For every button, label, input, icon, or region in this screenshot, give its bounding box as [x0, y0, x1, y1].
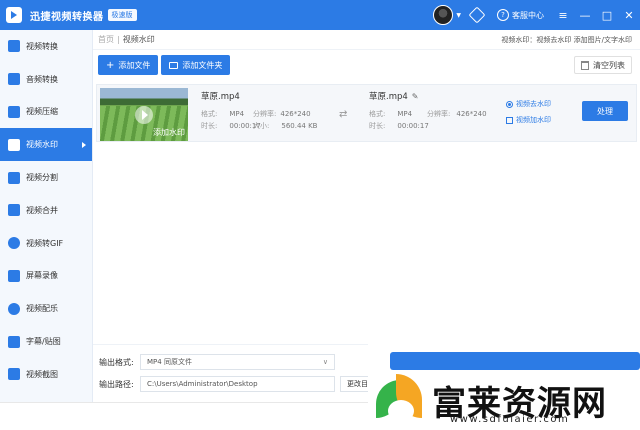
- sidebar-item-video-gif[interactable]: 视频转GIF: [0, 227, 92, 260]
- breadcrumb-current: 视频水印: [122, 35, 155, 44]
- maximize-button[interactable]: □: [596, 0, 618, 30]
- source-resolution: 分辨率: 426*240: [253, 110, 311, 118]
- plus-icon: +: [106, 59, 115, 71]
- close-button[interactable]: ✕: [618, 0, 640, 30]
- video-compress-icon: [8, 105, 20, 118]
- output-duration: 时长: 00:00:17: [369, 122, 429, 130]
- minimize-button[interactable]: —: [574, 0, 596, 30]
- sidebar-item-label: 屏幕录像: [26, 271, 58, 281]
- output-format: 格式: MP4: [369, 110, 413, 118]
- add-folder-label: 添加文件夹: [182, 60, 223, 70]
- video-screenshot-icon: [8, 368, 20, 381]
- output-file-name: 草原.mp4 ✎: [369, 92, 419, 102]
- remove-watermark-option[interactable]: 视频去水印: [506, 99, 551, 109]
- breadcrumb: 首页 | 视频水印 视频水印：视频去水印 添加图片/文字水印: [93, 30, 640, 50]
- title-bar: 迅捷视频转换器 极速版 ▼ ? 客服中心 ≡ — □ ✕: [0, 0, 640, 30]
- sidebar-item-video-music[interactable]: 视频配乐: [0, 292, 92, 325]
- feature-hint: 视频水印：视频去水印 添加图片/文字水印: [501, 35, 632, 44]
- video-merge-icon: [8, 204, 20, 217]
- clear-list-button[interactable]: 清空列表: [574, 56, 632, 74]
- sidebar-item-screen-record[interactable]: 屏幕录像: [0, 260, 92, 293]
- sidebar-item-label: 视频配乐: [26, 304, 58, 314]
- sidebar-item-video-screenshot[interactable]: 视频截图: [0, 358, 92, 391]
- user-avatar[interactable]: [433, 5, 454, 25]
- clear-list-label: 清空列表: [593, 60, 625, 70]
- screen-record-icon: [8, 269, 20, 282]
- site-url: www.sdfulaier.com: [450, 414, 570, 425]
- app-logo-icon: [6, 7, 22, 23]
- chevron-down-icon[interactable]: ▼: [456, 12, 461, 19]
- app-title: 迅捷视频转换器: [30, 11, 104, 23]
- sidebar-item-label: 视频合并: [26, 205, 58, 215]
- customer-service-link[interactable]: 客服中心: [512, 10, 544, 21]
- video-watermark-icon: [8, 138, 20, 151]
- source-file-name: 草原.mp4: [201, 92, 240, 102]
- add-watermark-overlay[interactable]: 添加水印: [153, 127, 185, 138]
- trash-icon: [581, 60, 589, 70]
- sidebar-item-video-watermark[interactable]: 视频水印: [0, 128, 92, 162]
- add-file-label: 添加文件: [118, 60, 151, 70]
- audio-convert-icon: [8, 73, 20, 86]
- file-list-item[interactable]: 添加水印 草原.mp4 格式: MP4 分辨率: 426*240 时长: 00:00:…: [96, 84, 637, 142]
- sidebar-item-label: 音频转换: [26, 74, 58, 84]
- sidebar-item-video-convert[interactable]: 视频转换: [0, 30, 92, 63]
- folder-icon: [169, 61, 179, 69]
- process-button[interactable]: 处理: [582, 101, 628, 121]
- output-path-label: 输出路径:: [99, 380, 134, 389]
- video-gif-icon: [8, 237, 20, 250]
- source-size: 大小: 560.44 KB: [253, 122, 318, 130]
- sidebar-item-label: 视频水印: [26, 140, 58, 150]
- edition-badge: 极速版: [107, 9, 137, 21]
- add-watermark-option[interactable]: 视频加水印: [506, 115, 551, 125]
- site-logo-icon: [376, 374, 426, 424]
- sidebar-item-label: 视频截图: [26, 369, 58, 379]
- sidebar-item-audio-convert[interactable]: 音频转换: [0, 63, 92, 96]
- source-duration: 时长: 00:00:17: [201, 122, 261, 130]
- sidebar-item-subtitle[interactable]: 字幕/贴图: [0, 325, 92, 358]
- add-folder-button[interactable]: 添加文件夹: [161, 55, 231, 75]
- breadcrumb-separator: |: [117, 35, 120, 44]
- sidebar-item-video-merge[interactable]: 视频合并: [0, 194, 92, 227]
- sidebar-item-video-split[interactable]: 视频分割: [0, 161, 92, 194]
- site-watermark: 富莱资源网 www.sdfulaier.com: [368, 340, 640, 430]
- video-convert-icon: [8, 40, 20, 53]
- menu-button[interactable]: ≡: [552, 0, 574, 30]
- sidebar-item-label: 视频压缩: [26, 107, 58, 117]
- play-icon[interactable]: [135, 106, 153, 124]
- sidebar-item-label: 视频分割: [26, 173, 58, 183]
- source-format: 格式: MP4: [201, 110, 245, 118]
- output-format-select[interactable]: MP4 同原文件 ∨: [140, 354, 335, 370]
- output-format-label: 输出格式:: [99, 358, 134, 367]
- video-thumbnail[interactable]: 添加水印: [100, 88, 188, 141]
- sidebar-item-label: 字幕/贴图: [26, 337, 61, 347]
- video-music-icon: [8, 302, 20, 315]
- output-resolution: 分辨率: 426*240: [427, 110, 487, 118]
- sidebar-item-label: 视频转换: [26, 41, 58, 51]
- edit-icon[interactable]: ✎: [412, 92, 419, 101]
- subtitle-icon: [8, 335, 20, 348]
- customer-service-icon[interactable]: ?: [497, 9, 509, 21]
- sidebar-item-label: 视频转GIF: [26, 238, 64, 248]
- chevron-down-icon: ∨: [322, 358, 328, 366]
- add-file-button[interactable]: + 添加文件: [98, 55, 159, 75]
- edit-square-icon: [506, 116, 513, 124]
- breadcrumb-home[interactable]: 首页: [98, 34, 114, 45]
- watermark-banner: [390, 352, 640, 370]
- toolbar: + 添加文件 添加文件夹 清空列表: [93, 50, 640, 80]
- video-split-icon: [8, 171, 20, 184]
- convert-arrow-icon: ⇄: [339, 109, 348, 120]
- sidebar: 视频转换 音频转换 视频压缩 视频水印 视频分割 视频合并 视频转GIF 屏幕录…: [0, 30, 93, 402]
- sidebar-item-video-compress[interactable]: 视频压缩: [0, 96, 92, 129]
- output-path-input[interactable]: C:\Users\Administrator\Desktop: [140, 376, 335, 392]
- radio-icon: [506, 100, 513, 108]
- vip-icon[interactable]: [468, 6, 486, 24]
